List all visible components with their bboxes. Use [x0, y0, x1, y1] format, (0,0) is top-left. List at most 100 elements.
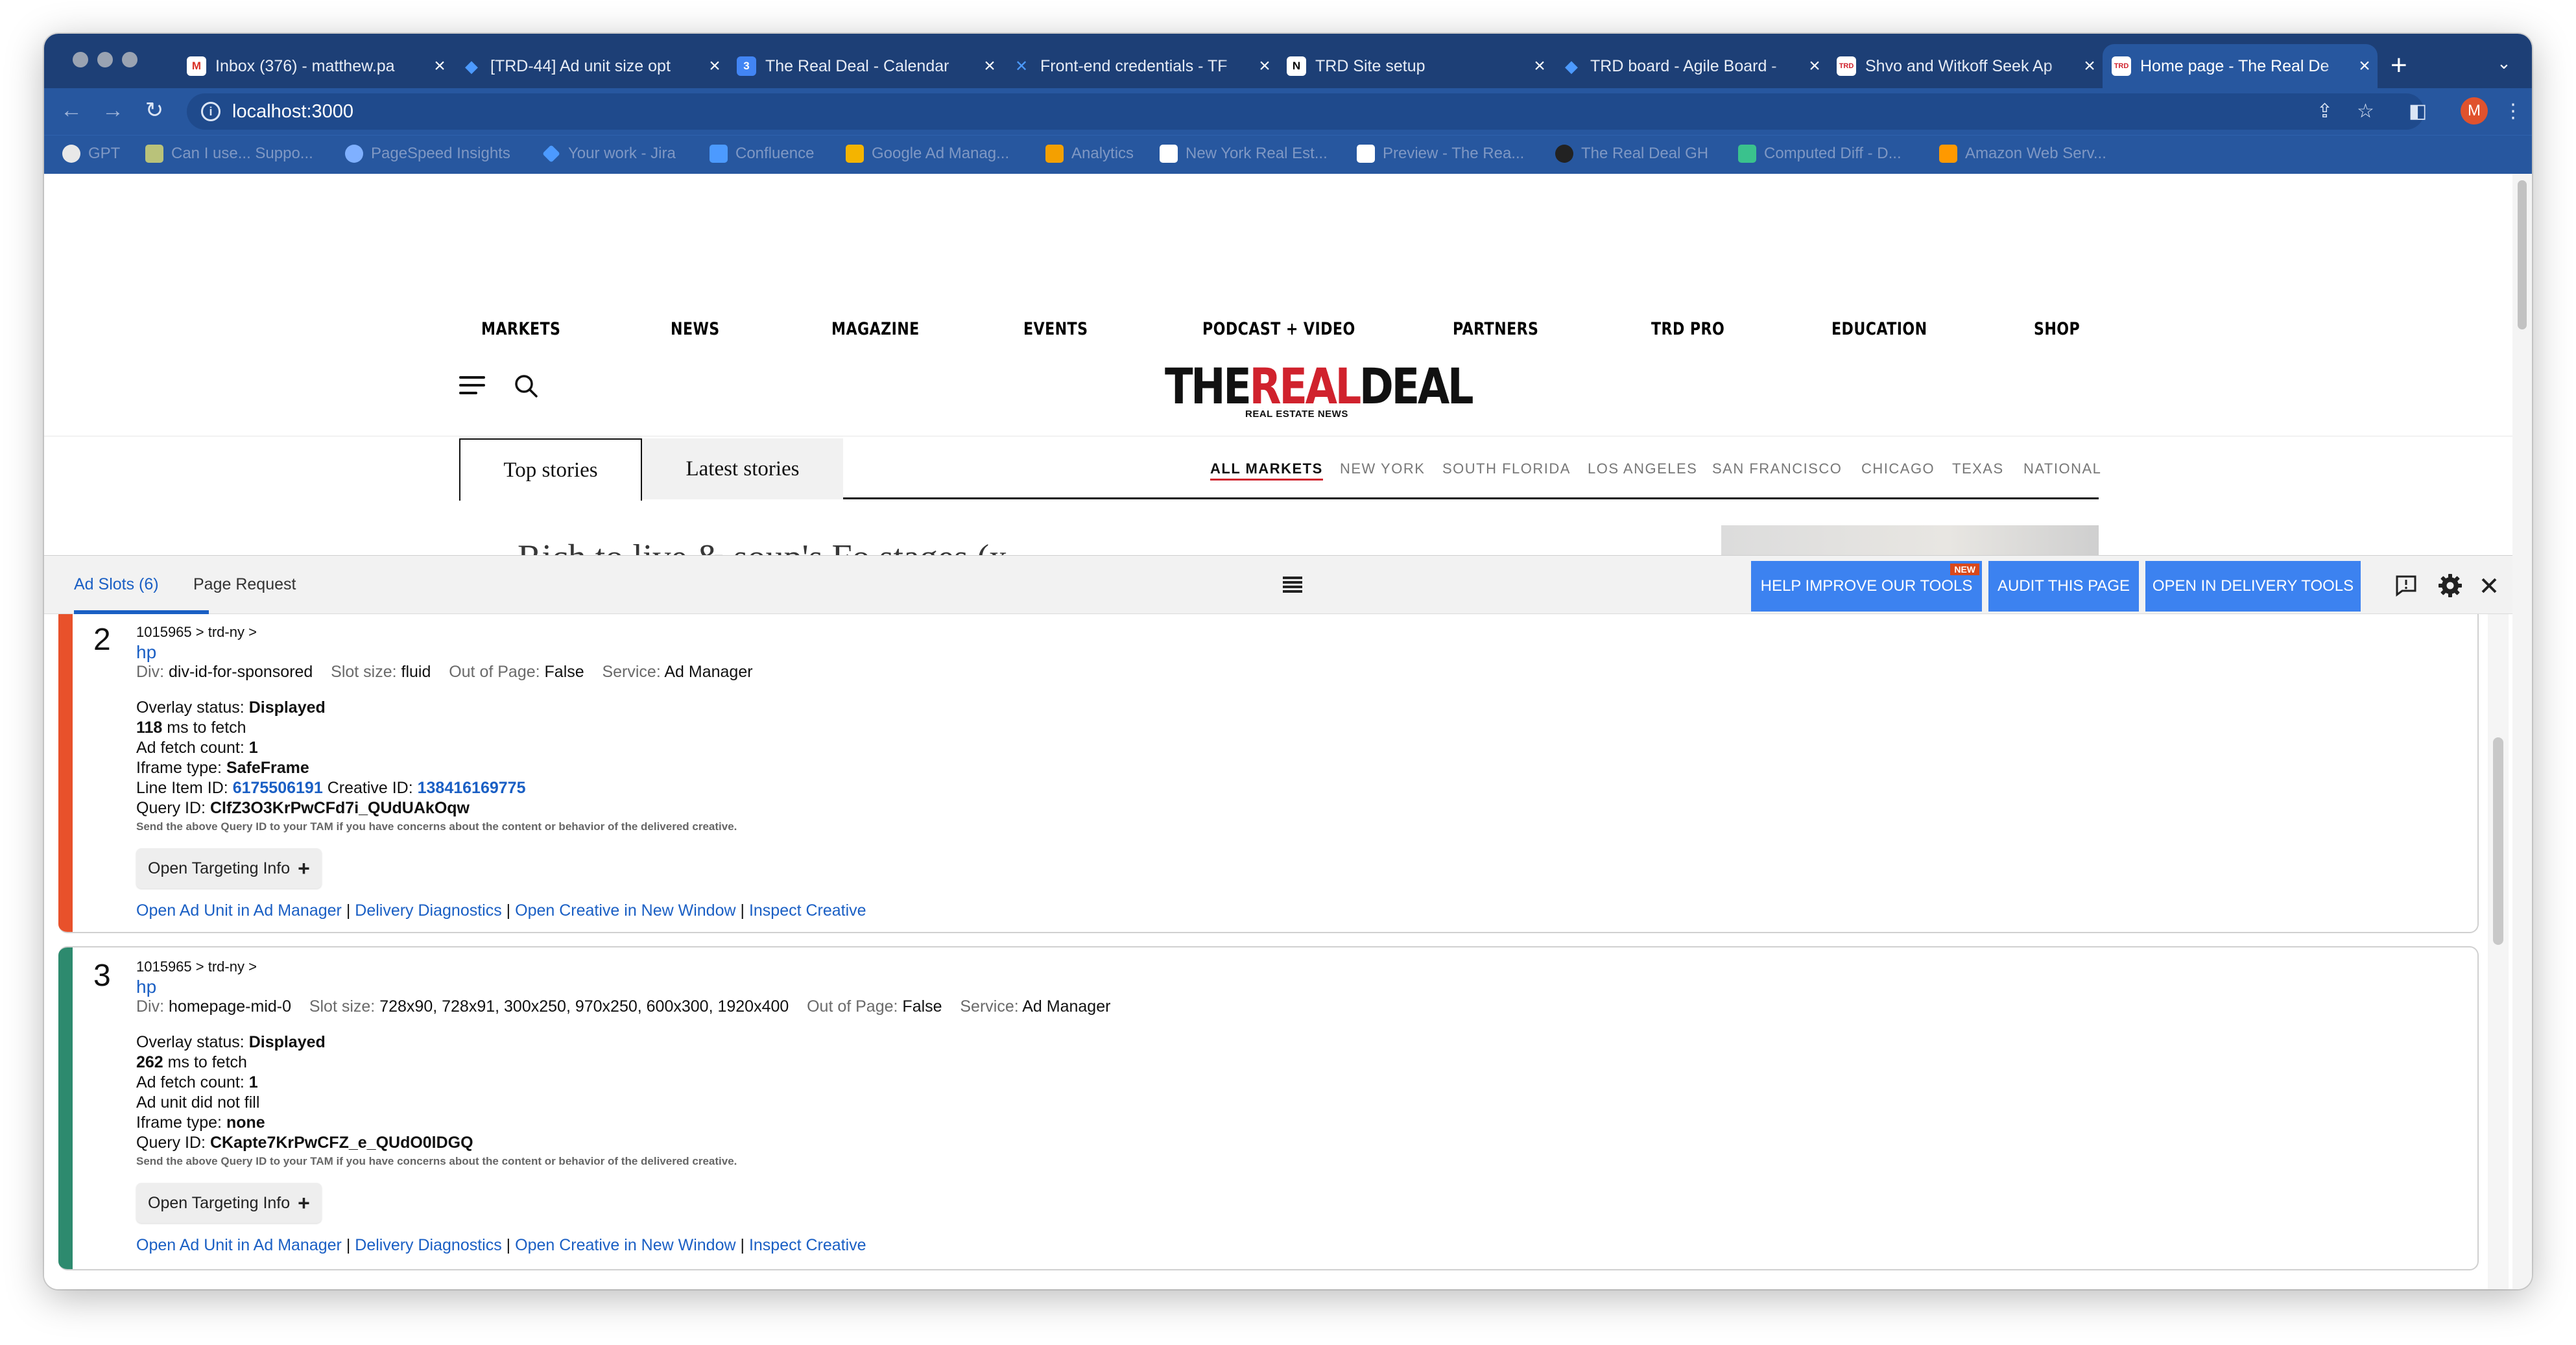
- tab-close-icon[interactable]: ×: [2077, 55, 2103, 77]
- open-ad-unit-link[interactable]: Open Ad Unit in Ad Manager: [136, 901, 342, 920]
- tab-calendar[interactable]: 3 The Real Deal - Calendar ×: [728, 44, 1003, 88]
- tab-jira-issue[interactable]: ◆ [TRD-44] Ad unit size opt ×: [453, 44, 728, 88]
- bookmark-star-icon[interactable]: ☆: [2357, 100, 2374, 123]
- bookmark-item[interactable]: GPT: [62, 145, 120, 163]
- market-los-angeles[interactable]: LOS ANGELES: [1588, 460, 1697, 477]
- feedback-icon[interactable]: [2393, 573, 2419, 599]
- tab-close-icon[interactable]: ×: [427, 55, 453, 77]
- open-creative-link[interactable]: Open Creative in New Window: [515, 1236, 735, 1254]
- tab-close-icon[interactable]: ×: [1252, 55, 1278, 77]
- menu-icon[interactable]: [459, 376, 485, 396]
- market-all[interactable]: ALL MARKETS: [1210, 460, 1323, 481]
- jira-icon: ◆: [465, 56, 478, 76]
- tab-close-icon[interactable]: ×: [977, 55, 1003, 77]
- fetch-suffix: ms to fetch: [167, 719, 246, 737]
- forward-arrow-icon[interactable]: →: [100, 97, 126, 123]
- reload-icon[interactable]: ↻: [141, 97, 167, 123]
- bookmark-item[interactable]: Google Ad Manag...: [846, 145, 1009, 163]
- nav-partners[interactable]: PARTNERS: [1453, 319, 1538, 339]
- tab-article[interactable]: TRD Shvo and Witkoff Seek Ap ×: [1828, 44, 2103, 88]
- nav-markets[interactable]: MARKETS: [481, 319, 560, 339]
- tab-agile-board[interactable]: ◆ TRD board - Agile Board - ×: [1553, 44, 1828, 88]
- nav-education[interactable]: EDUCATION: [1831, 319, 1927, 339]
- nav-shop[interactable]: SHOP: [2034, 319, 2080, 339]
- market-national[interactable]: NATIONAL: [2023, 460, 2101, 477]
- bookmark-item[interactable]: Your work - Jira: [542, 145, 676, 163]
- open-ad-unit-link[interactable]: Open Ad Unit in Ad Manager: [136, 1236, 342, 1254]
- tab-page-request[interactable]: Page Request: [193, 575, 296, 594]
- tab-close-icon[interactable]: ×: [1527, 55, 1553, 77]
- market-south-florida[interactable]: SOUTH FLORIDA: [1442, 460, 1571, 477]
- market-san-francisco[interactable]: SAN FRANCISCO: [1712, 460, 1842, 477]
- zoom-window-button[interactable]: [122, 52, 137, 67]
- slots-scrollbar[interactable]: [2488, 614, 2509, 1289]
- tab-latest-stories[interactable]: Latest stories: [642, 438, 843, 499]
- market-new-york[interactable]: NEW YORK: [1340, 460, 1425, 477]
- bookmark-label: Can I use... Suppo...: [171, 145, 313, 162]
- tab-close-icon[interactable]: ×: [1802, 55, 1828, 77]
- tab-search-button[interactable]: ⌄: [2497, 53, 2511, 73]
- gear-icon[interactable]: [2437, 573, 2463, 599]
- nav-trd-pro[interactable]: TRD PRO: [1651, 319, 1724, 339]
- profile-avatar[interactable]: M: [2461, 97, 2488, 125]
- scrollbar-thumb[interactable]: [2518, 180, 2527, 329]
- ad-unit-name[interactable]: hp: [136, 977, 2445, 997]
- ad-unit-name[interactable]: hp: [136, 642, 2445, 662]
- audit-page-button[interactable]: AUDIT THIS PAGE: [1988, 561, 2139, 612]
- site-logo[interactable]: THEREALDEAL: [1165, 361, 1474, 412]
- creative-link[interactable]: 138416169775: [418, 779, 526, 797]
- open-targeting-button[interactable]: Open Targeting Info +: [136, 1183, 322, 1223]
- close-window-button[interactable]: [73, 52, 88, 67]
- market-chicago[interactable]: CHICAGO: [1861, 460, 1935, 477]
- site-info-icon[interactable]: i: [201, 102, 221, 121]
- creative-label: Creative ID:: [327, 779, 413, 797]
- delivery-diagnostics-link[interactable]: Delivery Diagnostics: [355, 1236, 501, 1254]
- back-arrow-icon[interactable]: ←: [58, 97, 84, 123]
- line-item-link[interactable]: 6175506191: [233, 779, 323, 797]
- help-improve-button[interactable]: HELP IMPROVE OUR TOOLS NEW: [1751, 561, 1982, 612]
- side-panel-icon[interactable]: ◧: [2409, 100, 2427, 123]
- nav-magazine[interactable]: MAGAZINE: [831, 319, 920, 339]
- tab-top-stories[interactable]: Top stories: [459, 438, 642, 501]
- minimize-window-button[interactable]: [97, 52, 113, 67]
- new-tab-button[interactable]: +: [2391, 49, 2407, 82]
- open-targeting-button[interactable]: Open Targeting Info +: [136, 848, 322, 888]
- bookmark-item[interactable]: The Real Deal GH: [1555, 145, 1708, 163]
- url-text[interactable]: localhost:3000: [232, 101, 353, 123]
- bookmark-item[interactable]: New York Real Est...: [1160, 145, 1328, 163]
- nav-events[interactable]: EVENTS: [1023, 319, 1088, 339]
- bookmark-item[interactable]: Analytics: [1045, 145, 1134, 163]
- share-icon[interactable]: ⇪: [2317, 100, 2333, 123]
- more-menu-icon[interactable]: ⋮: [2503, 100, 2523, 123]
- tab-ad-slots[interactable]: Ad Slots (6): [74, 575, 159, 594]
- tab-close-icon[interactable]: ×: [702, 55, 728, 77]
- scrollbar-thumb[interactable]: [2493, 737, 2503, 945]
- nav-podcast-video[interactable]: PODCAST + VIDEO: [1202, 319, 1355, 339]
- tab-home-page[interactable]: TRD Home page - The Real De ×: [2103, 44, 2378, 88]
- bookmark-item[interactable]: Can I use... Suppo...: [145, 145, 313, 163]
- bookmark-item[interactable]: Confluence: [710, 145, 814, 163]
- query-id[interactable]: ClfZ3O3KrPwCFd7i_QUdUAkOqw: [210, 799, 470, 817]
- query-id[interactable]: CKapte7KrPwCFZ_e_QUdO0lDGQ: [210, 1134, 473, 1152]
- close-icon[interactable]: [2477, 573, 2501, 599]
- tab-gmail[interactable]: M Inbox (376) - matthew.pa ×: [178, 44, 453, 88]
- inspect-creative-link[interactable]: Inspect Creative: [749, 1236, 866, 1254]
- open-delivery-tools-button[interactable]: OPEN IN DELIVERY TOOLS: [2145, 561, 2361, 612]
- bookmark-item[interactable]: PageSpeed Insights: [345, 145, 510, 163]
- drag-handle-icon[interactable]: [1283, 577, 1302, 595]
- tab-notion[interactable]: N TRD Site setup ×: [1278, 44, 1553, 88]
- nav-news[interactable]: NEWS: [671, 319, 720, 339]
- delivery-diagnostics-link[interactable]: Delivery Diagnostics: [355, 901, 501, 920]
- inspect-creative-link[interactable]: Inspect Creative: [749, 901, 866, 920]
- bookmark-item[interactable]: Computed Diff - D...: [1738, 145, 1902, 163]
- tab-close-icon[interactable]: ×: [2352, 55, 2378, 77]
- bookmark-item[interactable]: Preview - The Rea...: [1357, 145, 1524, 163]
- tab-confluence[interactable]: ✕ Front-end credentials - TF ×: [1003, 44, 1278, 88]
- service-label: Service:: [960, 997, 1019, 1016]
- bookmark-item[interactable]: Amazon Web Serv...: [1939, 145, 2106, 163]
- page-scrollbar[interactable]: [2512, 174, 2532, 1289]
- address-bar[interactable]: i localhost:3000: [187, 93, 2424, 130]
- market-texas[interactable]: TEXAS: [1952, 460, 2004, 477]
- search-icon[interactable]: [514, 374, 538, 398]
- open-creative-link[interactable]: Open Creative in New Window: [515, 901, 735, 920]
